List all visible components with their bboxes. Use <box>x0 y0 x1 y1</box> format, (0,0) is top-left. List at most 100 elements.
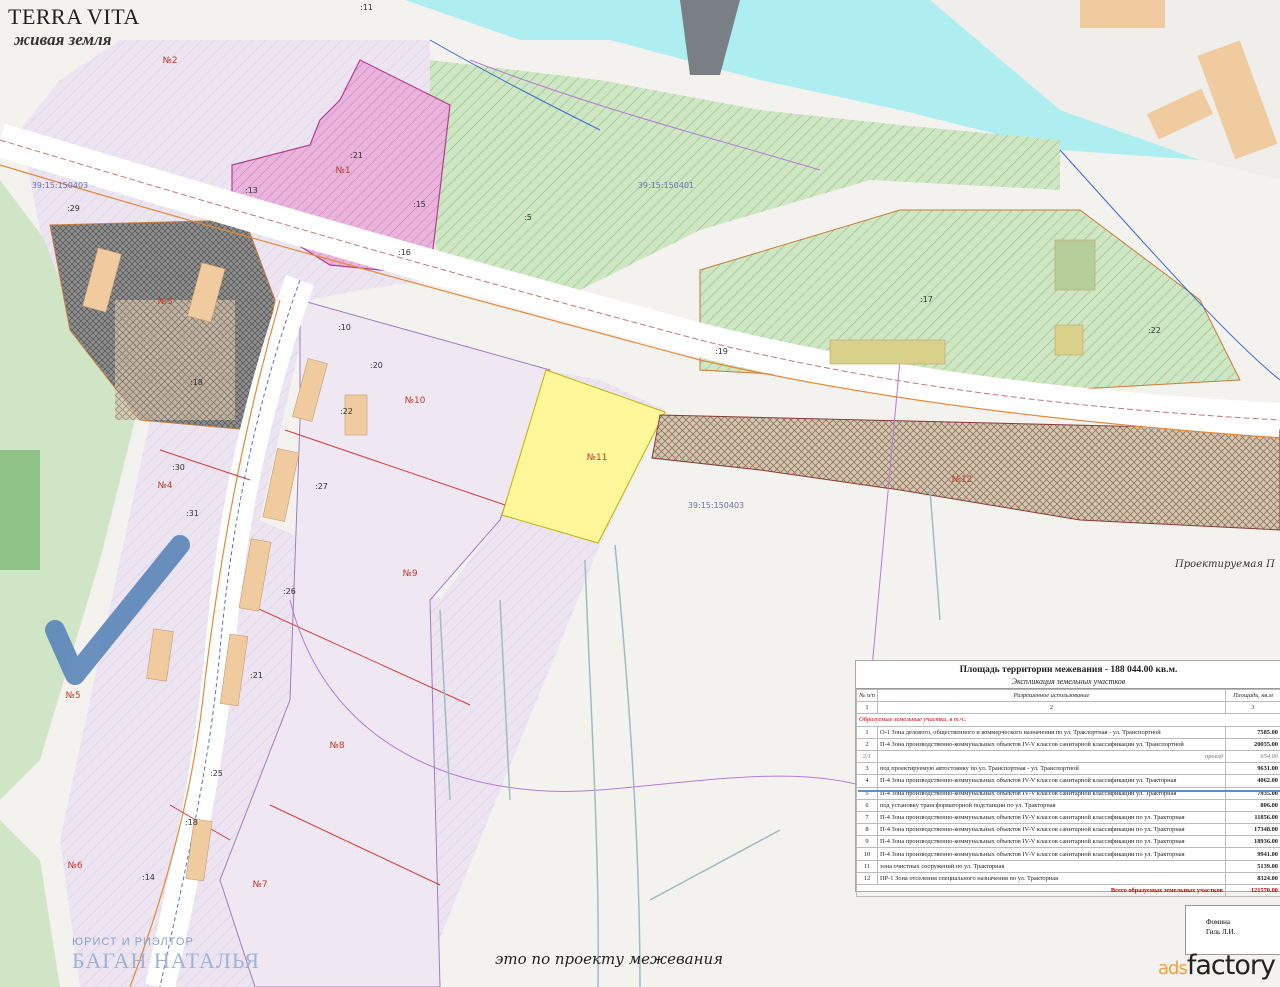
row-area: 9941.00 <box>1225 847 1280 861</box>
row-use: П-4 Зона производственно-коммунальных об… <box>877 786 1226 800</box>
watermark-factory: factory <box>1186 950 1276 981</box>
brand-logo: TERRA VITA живая земля <box>8 4 140 50</box>
row-number: 1 <box>856 725 878 739</box>
row-area: 654.00 <box>1225 749 1280 764</box>
table-row: 10 П-4 Зона производственно-коммунальных … <box>856 847 1280 861</box>
parcel-label-2: №2 <box>162 56 177 66</box>
row-area: 8324.00 <box>1225 871 1280 886</box>
row-use: П-4 Зона производственно-коммунальных об… <box>877 847 1226 861</box>
realtor-name: БАГАН НАТАЛЬЯ <box>72 948 260 973</box>
table-subtitle: Экспликация земельных участков <box>856 677 1280 689</box>
col-header-use: Разрешенное использование <box>877 688 1226 703</box>
row-use: П-4 Зона производственно-коммунальных об… <box>877 737 1226 751</box>
plot-number: :16 <box>398 248 411 257</box>
plot-number: :11 <box>360 3 373 12</box>
table-row: 12 ПР-1 Зона отселения специального назна… <box>856 871 1280 886</box>
row-use: П-4 Зона производственно-коммунальных об… <box>877 810 1226 825</box>
table-row: 2 П-4 Зона производственно-коммунальных о… <box>856 737 1280 751</box>
parcel-label-6: №6 <box>67 861 82 871</box>
map-caption: это по проекту межевания <box>495 950 724 968</box>
plot-number: :31 <box>186 509 199 518</box>
table-row: 7 П-4 Зона производственно-коммунальных о… <box>856 810 1280 825</box>
table-row: 5 П-4 Зона производственно-коммунальных о… <box>856 786 1280 800</box>
col-header-num: № п/п <box>856 688 878 703</box>
row-use: П-4 Зона производственно-коммунальных об… <box>877 823 1226 837</box>
plot-number: :21 <box>350 151 363 160</box>
row-use: зона очистных сооружений по ул. Тракторн… <box>877 859 1226 873</box>
cadastral-label-1: 39:15:150403 <box>32 181 88 190</box>
table-row: 6 под установку трансформаторной подстанц… <box>856 798 1280 812</box>
row-use: ПР-1 Зона отселения специального назначе… <box>877 871 1226 886</box>
plot-number: :14 <box>142 873 155 882</box>
brand-title: TERRA VITA <box>8 4 140 29</box>
col-index: 3 <box>1225 701 1280 715</box>
plot-number: :22 <box>1148 326 1161 335</box>
watermark-ads: ads <box>1158 958 1188 979</box>
table-row: 11 зона очистных сооружений по ул. Тракто… <box>856 859 1280 873</box>
plot-number: :18 <box>185 818 198 827</box>
plot-number: :22 <box>340 407 353 416</box>
plot-number: :19 <box>715 347 728 356</box>
stamp-name-2: Гиль Л.И. <box>1206 928 1236 936</box>
row-number: 4 <box>856 774 878 788</box>
plot-number: :27 <box>315 482 328 491</box>
plot-number: :18 <box>190 378 203 387</box>
row-area: 9631.00 <box>1225 762 1280 776</box>
col-index: 1 <box>856 701 878 715</box>
plot-number: :5 <box>524 213 532 222</box>
row-use: П-4 Зона производственно-коммунальных об… <box>877 774 1226 788</box>
parcel-label-11: №11 <box>587 453 608 463</box>
group-row: Образуемые земельные участки, в т.ч.: <box>856 713 1280 727</box>
parcel-label-5: №5 <box>65 691 80 701</box>
parcel-label-3: №3 <box>157 297 172 307</box>
row-number: 11 <box>856 859 878 873</box>
row-area: 20035.00 <box>1225 737 1280 751</box>
col-index: 2 <box>877 701 1226 715</box>
plot-number: :21 <box>250 671 263 680</box>
row-area: 7935.00 <box>1225 786 1280 800</box>
plot-number: :26 <box>283 587 296 596</box>
row-number: 12 <box>856 871 878 886</box>
parcel-label-1: №1 <box>335 166 350 176</box>
table-row: 1 О-1 Зона делового, общественного и комм… <box>856 725 1280 739</box>
realtor-watermark: ЮРИСТ И РИЭЛТОР БАГАН НАТАЛЬЯ <box>72 936 260 974</box>
row-area: 17348.00 <box>1225 823 1280 837</box>
row-use: под проектируемую автостоянку по ул. Тра… <box>877 762 1226 776</box>
plot-number: :30 <box>172 463 185 472</box>
plot-number: :13 <box>245 186 258 195</box>
explication-table-panel: Площадь территории межевания - 188 044.0… <box>855 660 1280 898</box>
cadastral-label-3: 39:15:150403 <box>688 501 744 510</box>
row-number: 3 <box>856 762 878 776</box>
title-block-stamp: Фомина Гиль Л.И. <box>1185 905 1280 955</box>
parcel-label-8: №8 <box>329 741 344 751</box>
cadastral-label-2: 39:15:150401 <box>638 181 694 190</box>
row-area: 7585.00 <box>1225 725 1280 739</box>
explication-table: № п/п Разрешенное использование Площадь,… <box>856 688 1280 898</box>
plot-number: :29 <box>67 204 80 213</box>
row-area: 5139.00 <box>1225 859 1280 873</box>
total-area: 121570.00 <box>1225 883 1280 898</box>
row-area: 4062.00 <box>1225 774 1280 788</box>
plot-number: :25 <box>210 769 223 778</box>
stamp-name-1: Фомина <box>1206 918 1230 926</box>
row-number: 7 <box>856 810 878 825</box>
parcel-label-7: №7 <box>252 880 267 890</box>
row-use: под установку трансформаторной подстанци… <box>877 798 1226 812</box>
brand-subtitle: живая земля <box>14 30 112 49</box>
row-use: П-4 Зона производственно-коммунальных об… <box>877 835 1226 849</box>
table-row: 9 П-4 Зона производственно-коммунальных о… <box>856 835 1280 849</box>
parcel-label-4: №4 <box>157 481 172 491</box>
adsfactory-watermark: adsfactory <box>1158 950 1276 981</box>
plot-number: :20 <box>370 361 383 370</box>
parcel-label-10: №10 <box>405 396 426 406</box>
row-area: 806.00 <box>1225 798 1280 812</box>
row-number: 6 <box>856 798 878 812</box>
plot-number: :17 <box>920 295 933 304</box>
row-number: 8 <box>856 823 878 837</box>
plot-number: :15 <box>413 200 426 209</box>
row-use: проезд <box>877 749 1226 764</box>
row-area: 18936.00 <box>1225 835 1280 849</box>
realtor-subtitle: ЮРИСТ И РИЭЛТОР <box>72 936 194 948</box>
parcel-label-12: №12 <box>952 475 973 485</box>
table-row: 2/1 проезд 654.00 <box>856 749 1280 764</box>
